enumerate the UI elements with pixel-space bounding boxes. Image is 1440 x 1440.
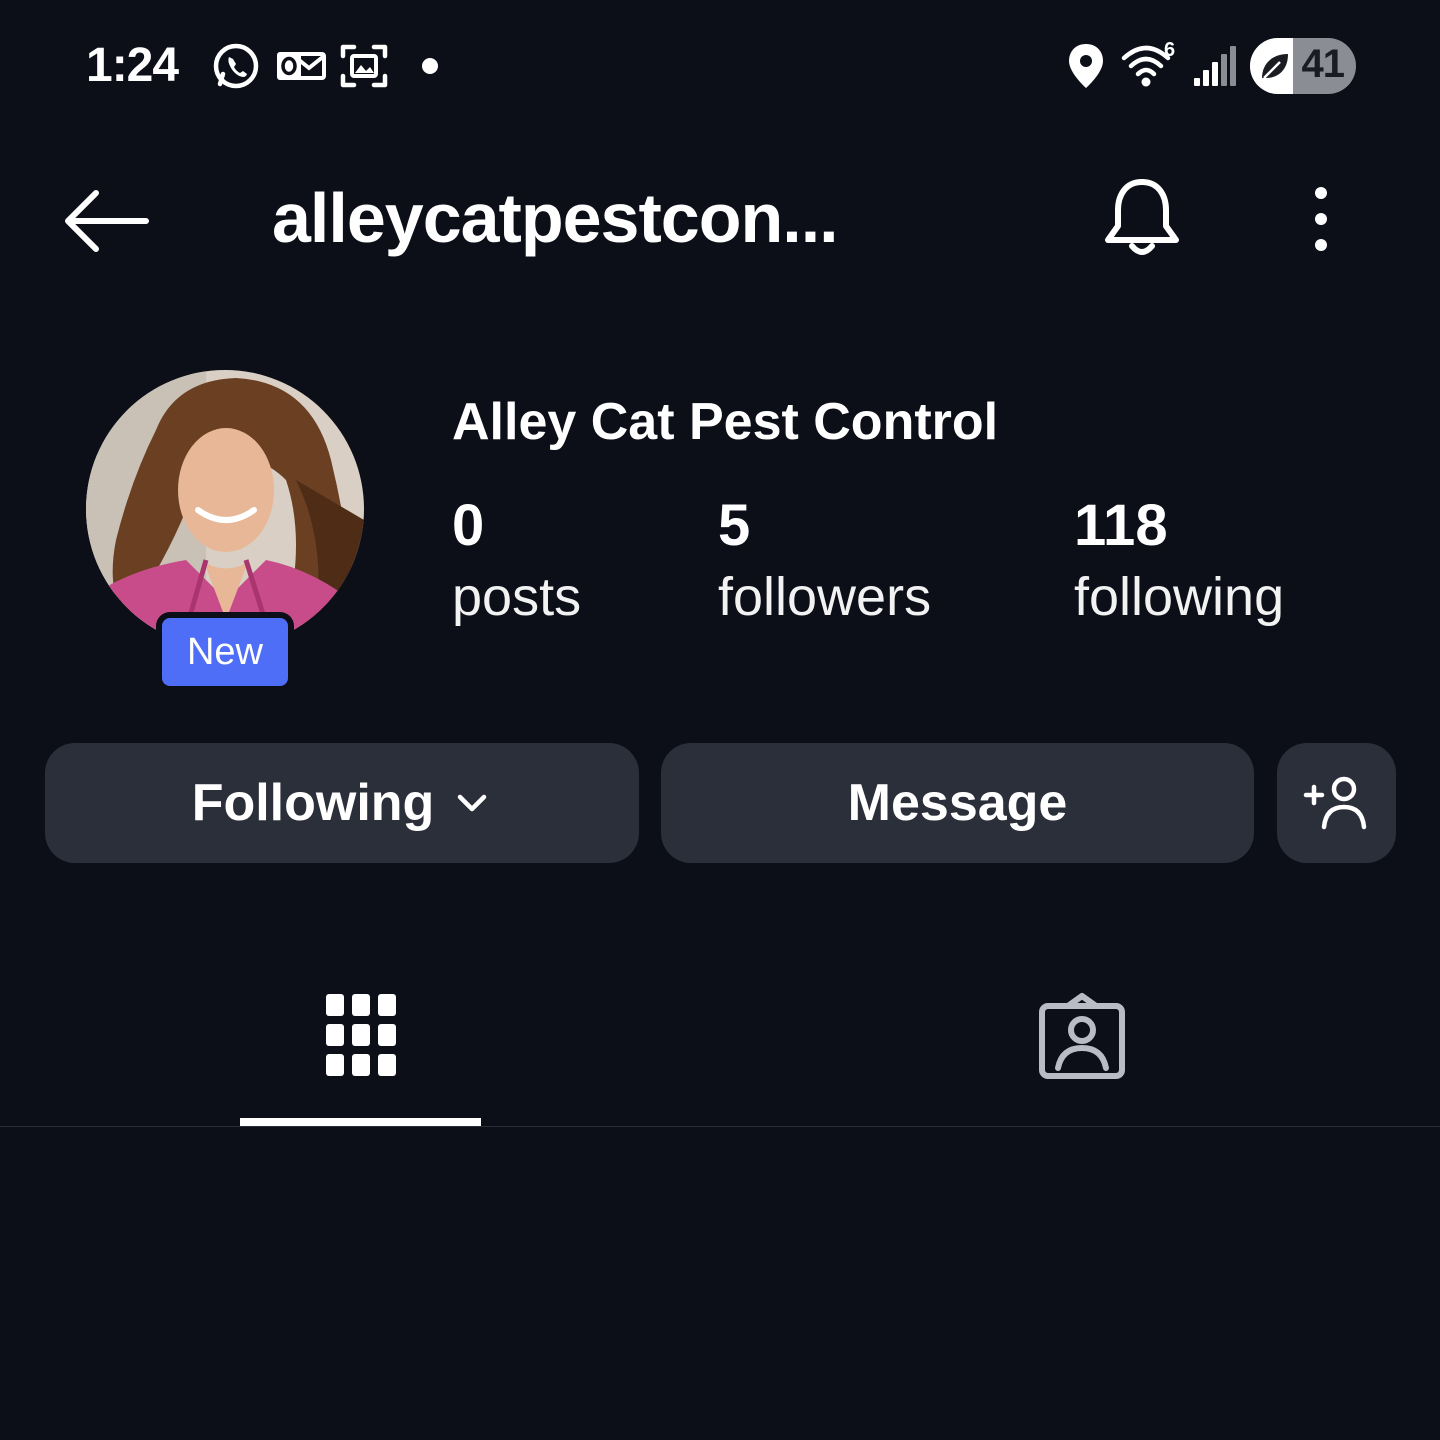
profile-username: alleycatpestcon... xyxy=(272,179,839,257)
followers-label[interactable]: followers xyxy=(718,566,931,628)
tagged-person-icon[interactable] xyxy=(1036,992,1128,1082)
avatar-photo xyxy=(86,370,364,648)
wifi-icon: 6 xyxy=(1121,39,1175,87)
bell-icon[interactable] xyxy=(1100,174,1184,262)
active-tab-indicator xyxy=(240,1118,481,1126)
dot-icon xyxy=(422,58,438,74)
message-button[interactable]: Message xyxy=(661,743,1254,863)
battery-indicator: 41 xyxy=(1250,38,1356,94)
tab-divider xyxy=(0,1126,1440,1127)
location-icon xyxy=(1069,44,1103,88)
posts-count: 0 xyxy=(452,493,485,558)
signal-icon xyxy=(1194,46,1236,86)
following-button[interactable]: Following xyxy=(45,743,639,863)
wifi-badge: 6 xyxy=(1164,39,1175,61)
avatar[interactable] xyxy=(86,370,364,648)
outlook-icon xyxy=(277,52,326,80)
message-button-label: Message xyxy=(847,774,1068,832)
grid-icon[interactable] xyxy=(322,990,400,1082)
battery-level: 41 xyxy=(1301,42,1345,86)
add-person-icon xyxy=(1303,776,1366,830)
new-badge: New xyxy=(162,618,288,686)
status-time: 1:24 xyxy=(86,39,179,92)
followers-count[interactable]: 5 xyxy=(718,492,750,559)
posts-label: posts xyxy=(452,567,582,627)
following-count[interactable]: 118 xyxy=(1074,492,1168,559)
battery-saver-leaf-icon xyxy=(1262,54,1288,79)
arrow-left-icon[interactable] xyxy=(60,186,152,256)
following-label[interactable]: following xyxy=(1074,566,1284,628)
add-person-button[interactable] xyxy=(1277,743,1396,863)
whatsapp-icon xyxy=(213,43,259,89)
following-button-label: Following xyxy=(191,774,435,832)
profile-display-name: Alley Cat Pest Control xyxy=(452,393,999,451)
screenshot-icon xyxy=(340,44,388,88)
more-vertical-icon[interactable] xyxy=(1306,184,1336,254)
chevron-down-icon xyxy=(458,794,487,812)
